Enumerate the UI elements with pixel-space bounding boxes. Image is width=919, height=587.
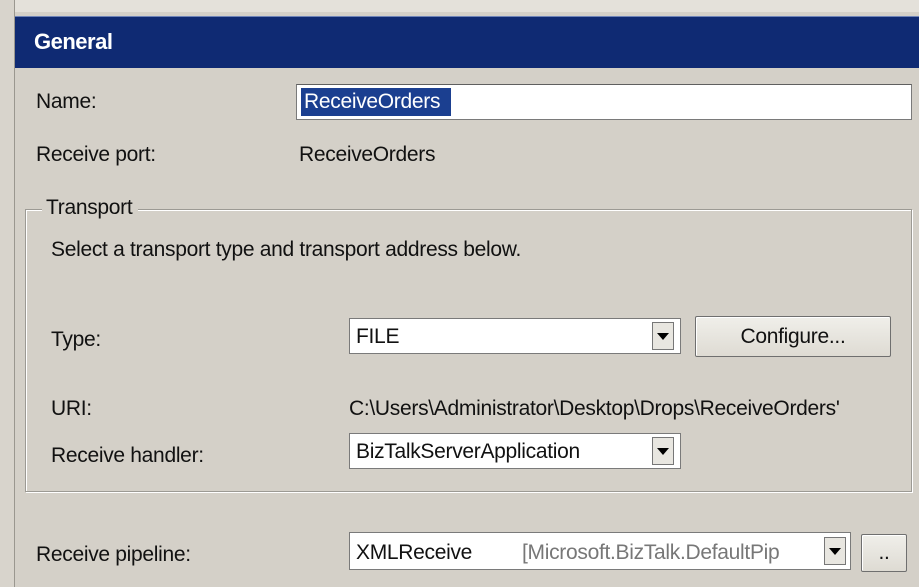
- transport-type-value: FILE: [356, 325, 400, 348]
- pipeline-name: XMLReceive: [356, 541, 473, 564]
- configure-button[interactable]: Configure...: [695, 316, 891, 357]
- name-selection: [301, 88, 451, 116]
- section-header: [15, 16, 919, 68]
- uri-value: C:\Users\Administrator\Desktop\Drops\Rec…: [349, 397, 840, 420]
- receive-handler-dropdown[interactable]: BizTalkServerApplication: [349, 433, 681, 469]
- transport-description: Select a transport type and transport ad…: [51, 238, 522, 261]
- receive-pipeline-label: Receive pipeline:: [36, 543, 191, 566]
- section-title: General: [34, 29, 113, 54]
- name-label: Name:: [36, 90, 97, 113]
- receive-handler-label: Receive handler:: [51, 444, 204, 467]
- dropdown-arrow-icon[interactable]: [824, 537, 846, 565]
- type-label: Type:: [51, 328, 101, 351]
- receive-pipeline-dropdown[interactable]: XMLReceive [Microsoft.BizTalk.DefaultPip: [349, 532, 851, 570]
- window-left-edge: [0, 0, 15, 587]
- receive-port-label: Receive port:: [36, 143, 156, 166]
- pipeline-assembly: [Microsoft.BizTalk.DefaultPip: [522, 541, 780, 564]
- window-top-edge: [14, 0, 919, 12]
- uri-label: URI:: [51, 397, 92, 420]
- transport-legend: Transport: [42, 196, 139, 220]
- dropdown-arrow-icon[interactable]: [652, 322, 674, 350]
- dropdown-arrow-icon[interactable]: [652, 437, 674, 465]
- transport-type-dropdown[interactable]: FILE: [349, 318, 681, 354]
- receive-port-value: ReceiveOrders: [299, 143, 436, 166]
- receive-handler-value: BizTalkServerApplication: [356, 440, 580, 463]
- browse-pipeline-button[interactable]: ..: [861, 534, 907, 572]
